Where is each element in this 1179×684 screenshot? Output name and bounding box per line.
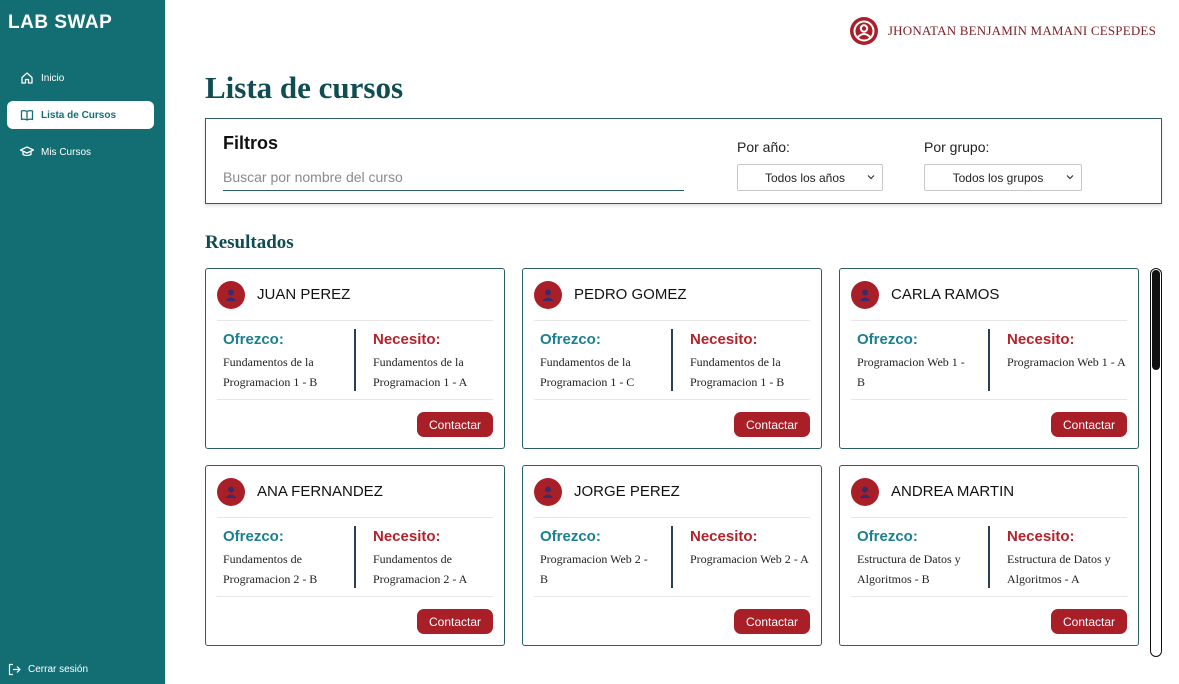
divider: [671, 329, 673, 391]
offer-course: Fundamentos de la Programacion 1 - B: [223, 355, 318, 389]
divider: [217, 320, 493, 321]
sidebar-item-label: Mis Cursos: [41, 146, 92, 158]
divider: [217, 399, 493, 400]
contact-button[interactable]: Contactar: [417, 412, 493, 437]
contact-button[interactable]: Contactar: [734, 412, 810, 437]
sidebar-item-label: Lista de Cursos: [41, 109, 117, 121]
offer-heading: Ofrezco:: [223, 528, 284, 545]
divider: [851, 320, 1127, 321]
divider: [534, 596, 810, 597]
group-select-value: Todos los grupos: [952, 170, 1044, 185]
need-heading: Necesito:: [1007, 331, 1075, 348]
offer-course: Fundamentos de Programacion 2 - B: [223, 552, 318, 586]
divider: [534, 320, 810, 321]
need-course: Fundamentos de la Programacion 1 - B: [690, 355, 785, 389]
home-icon: [19, 70, 35, 86]
offer-heading: Ofrezco:: [540, 528, 601, 545]
user-menu[interactable]: JHONATAN BENJAMIN MAMANI CESPEDES: [849, 17, 1156, 45]
divider: [988, 329, 990, 391]
offer-heading: Ofrezco:: [540, 331, 601, 348]
offer-heading: Ofrezco:: [223, 331, 284, 348]
sidebar-item-lista-de-cursos[interactable]: Lista de Cursos: [7, 101, 154, 129]
sidebar-item-label: Inicio: [41, 72, 65, 84]
user-icon: [217, 281, 245, 309]
filters-panel: Filtros Por año: Todos los años Por grup…: [205, 118, 1162, 204]
user-icon: [217, 478, 245, 506]
course-card: ANDREA MARTIN Ofrezco: Necesito: Estruct…: [839, 465, 1139, 646]
search-input[interactable]: [223, 164, 684, 191]
need-heading: Necesito:: [1007, 528, 1075, 545]
card-user-name: PEDRO GOMEZ: [574, 286, 687, 303]
divider: [354, 526, 356, 588]
results-title: Resultados: [205, 232, 294, 253]
sidebar-item-mis-cursos[interactable]: Mis Cursos: [7, 138, 154, 166]
sidebar-item-inicio[interactable]: Inicio: [7, 64, 154, 92]
user-icon: [534, 281, 562, 309]
course-card: JORGE PEREZ Ofrezco: Necesito: Programac…: [522, 465, 822, 646]
card-user-name: ANDREA MARTIN: [891, 483, 1015, 500]
need-course: Programacion Web 2 - A: [690, 552, 809, 566]
divider: [217, 517, 493, 518]
logout-button[interactable]: Cerrar sesión: [8, 662, 88, 676]
offer-course: Estructura de Datos y Algoritmos - B: [857, 552, 961, 586]
divider: [988, 526, 990, 588]
user-avatar-icon: [849, 17, 878, 45]
logout-label: Cerrar sesión: [28, 663, 89, 675]
scrollbar-thumb[interactable]: [1152, 270, 1160, 370]
divider: [851, 517, 1127, 518]
group-filter-label: Por grupo:: [924, 139, 990, 155]
divider: [851, 596, 1127, 597]
card-user-name: ANA FERNANDEZ: [257, 483, 383, 500]
offer-course: Programacion Web 1 - B: [857, 355, 965, 389]
card-user-name: JUAN PEREZ: [257, 286, 351, 303]
card-user-name: CARLA RAMOS: [891, 286, 1000, 303]
course-card: PEDRO GOMEZ Ofrezco: Necesito: Fundament…: [522, 268, 822, 449]
offer-heading: Ofrezco:: [857, 331, 918, 348]
need-course: Programacion Web 1 - A: [1007, 355, 1126, 369]
page-title: Lista de cursos: [205, 70, 404, 105]
user-icon: [851, 281, 879, 309]
user-icon: [534, 478, 562, 506]
need-course: Estructura de Datos y Algoritmos - A: [1007, 552, 1111, 586]
course-card: CARLA RAMOS Ofrezco: Necesito: Programac…: [839, 268, 1139, 449]
contact-button[interactable]: Contactar: [734, 609, 810, 634]
need-course: Fundamentos de Programacion 2 - A: [373, 552, 468, 586]
divider: [217, 596, 493, 597]
user-name: JHONATAN BENJAMIN MAMANI CESPEDES: [887, 23, 1156, 38]
chevron-down-icon: [1065, 171, 1075, 183]
need-heading: Necesito:: [690, 528, 758, 545]
need-course: Fundamentos de la Programacion 1 - A: [373, 355, 468, 389]
year-select[interactable]: Todos los años: [737, 164, 883, 191]
offer-course: Programacion Web 2 - B: [540, 552, 648, 586]
divider: [851, 399, 1127, 400]
sidebar: LAB SWAP Inicio Lista de Cursos Mis Curs…: [0, 0, 165, 684]
contact-button[interactable]: Contactar: [1051, 412, 1127, 437]
filters-title: Filtros: [223, 133, 279, 153]
card-user-name: JORGE PEREZ: [574, 483, 680, 500]
course-card: ANA FERNANDEZ Ofrezco: Necesito: Fundame…: [205, 465, 505, 646]
graduation-cap-icon: [19, 144, 35, 160]
divider: [354, 329, 356, 391]
book-icon: [19, 107, 35, 123]
divider: [534, 517, 810, 518]
divider: [671, 526, 673, 588]
need-heading: Necesito:: [373, 528, 441, 545]
group-select[interactable]: Todos los grupos: [924, 164, 1082, 191]
app-logo: LAB SWAP: [8, 12, 113, 33]
need-heading: Necesito:: [373, 331, 441, 348]
contact-button[interactable]: Contactar: [1051, 609, 1127, 634]
offer-course: Fundamentos de la Programacion 1 - C: [540, 355, 635, 389]
offer-heading: Ofrezco:: [857, 528, 918, 545]
course-card: JUAN PEREZ Ofrezco: Necesito: Fundamento…: [205, 268, 505, 449]
user-icon: [851, 478, 879, 506]
chevron-down-icon: [866, 171, 876, 183]
year-select-value: Todos los años: [764, 170, 846, 185]
year-filter-label: Por año:: [737, 139, 790, 155]
divider: [534, 399, 810, 400]
need-heading: Necesito:: [690, 331, 758, 348]
logout-icon: [8, 662, 22, 676]
contact-button[interactable]: Contactar: [417, 609, 493, 634]
